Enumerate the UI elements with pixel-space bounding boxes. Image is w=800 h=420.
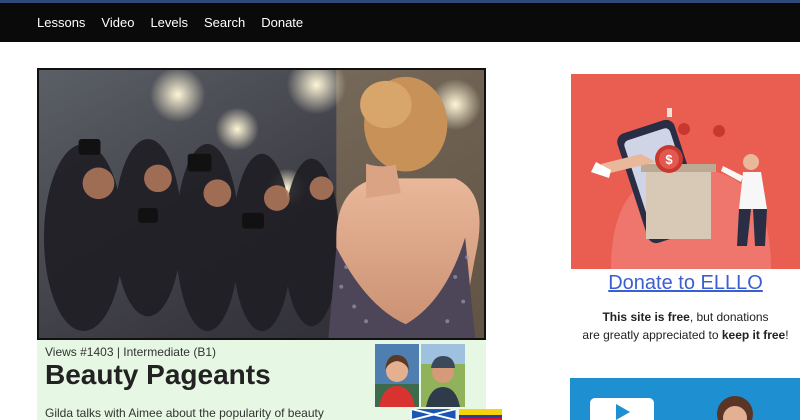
- nav-lessons[interactable]: Lessons: [37, 15, 85, 30]
- donate-text: This site is free, but donations are gre…: [571, 308, 800, 344]
- donate-text-keep-free: keep it free: [721, 328, 786, 342]
- flag-scotland-icon: [412, 409, 456, 420]
- nav-search[interactable]: Search: [204, 15, 245, 30]
- main-navbar: Lessons Video Levels Search Donate: [0, 3, 800, 42]
- donate-text-free: This site is free: [602, 310, 690, 324]
- speaker-avatar-2[interactable]: [421, 344, 465, 407]
- speaker-flags: [412, 409, 505, 420]
- donate-text-appreciated: are greatly appreciated to: [582, 328, 722, 342]
- dollar-coin-icon: $: [655, 145, 683, 173]
- lesson-description: Gilda talks with Aimee about the popular…: [45, 406, 324, 420]
- donate-ad-banner[interactable]: $: [571, 74, 800, 269]
- nav-donate[interactable]: Donate: [261, 15, 303, 30]
- donate-text-exclaim: !: [785, 328, 789, 342]
- lesson-hero-image: [37, 68, 486, 340]
- flag-colombia-icon: [458, 409, 502, 420]
- video-ad-banner[interactable]: [570, 378, 800, 420]
- donate-link[interactable]: Donate to ELLLO: [571, 272, 800, 295]
- nav-video[interactable]: Video: [101, 15, 134, 30]
- lesson-meta: Views #1403 | Intermediate (B1): [45, 345, 216, 359]
- nav-levels[interactable]: Levels: [150, 15, 188, 30]
- donate-text-but: , but donations: [689, 310, 769, 324]
- speaker-avatar-1[interactable]: [375, 344, 419, 407]
- lesson-info-panel: Views #1403 | Intermediate (B1) Beauty P…: [37, 340, 502, 420]
- lesson-title: Beauty Pageants: [45, 359, 271, 390]
- svg-text:$: $: [665, 152, 673, 167]
